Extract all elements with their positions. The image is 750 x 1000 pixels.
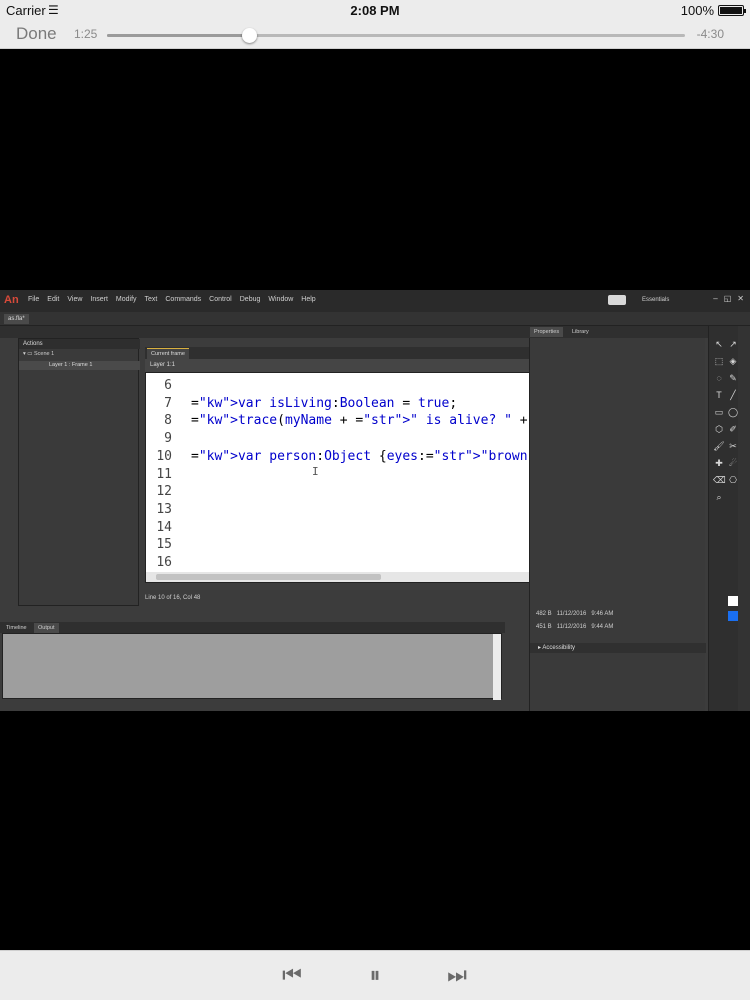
scrubber-thumb[interactable] <box>241 28 257 43</box>
restore-icon: ◱ <box>723 294 732 303</box>
previous-button[interactable]: ⏮ <box>272 959 312 991</box>
lasso-icon: ◌ <box>716 373 722 383</box>
text-cursor-icon: I <box>312 465 319 478</box>
animate-logo: An <box>4 294 19 306</box>
menu-item-file: File <box>28 296 40 303</box>
video-frame[interactable]: An File Edit View Insert Modify Text Commands C… <box>0 290 750 711</box>
clock: 2:08 PM <box>350 3 400 18</box>
code-text: ="kw">var isLiving:Boolean = true; <box>191 395 458 411</box>
stroke-color-swatch <box>728 596 738 606</box>
scrubber[interactable] <box>107 28 685 43</box>
workspace-toggle-icon <box>608 295 626 305</box>
output-scrollbar <box>493 634 501 700</box>
menu-item-edit: Edit <box>47 296 60 303</box>
editor-path: Layer 1:1 <box>150 362 176 368</box>
text-tool-icon: T <box>716 390 722 400</box>
brush-tool-icon: 🖌 <box>713 441 725 451</box>
tab-output: Output <box>34 623 59 633</box>
menu-item-text: Text <box>144 296 158 303</box>
library-row: 482 B 11/12/2016 9:46 AM <box>536 611 614 617</box>
free-transform-icon: ⬚ <box>714 356 724 366</box>
bottom-tab-bar: Timeline Output <box>0 622 505 633</box>
tree-scene-item: ▾ ▭ Scene 1 <box>23 351 55 357</box>
menu-item-help: Help <box>301 296 316 303</box>
done-button[interactable]: Done <box>16 24 57 44</box>
menu-item-control: Control <box>209 296 232 303</box>
selection-tool-icon: ↖ <box>715 339 723 349</box>
line-number: 9 <box>164 431 172 447</box>
paint-bucket-icon: ✚ <box>715 458 723 468</box>
video-player-screen: Carrier ☰ 2:08 PM 100% Done 1:25 -4:30 A… <box>0 0 750 1000</box>
menu-item-commands: Commands <box>165 296 202 303</box>
output-panel <box>2 633 502 700</box>
line-number: 16 <box>156 555 172 570</box>
scrubber-progress <box>107 34 249 37</box>
battery-percent: 100% <box>680 3 714 18</box>
menu-item-view: View <box>67 296 83 303</box>
line-number: 11 <box>156 466 172 482</box>
remaining-time: -4:30 <box>696 27 724 41</box>
line-number: 6 <box>164 378 172 393</box>
line-number: 13 <box>156 501 172 517</box>
menu-item-debug: Debug <box>239 296 261 303</box>
actions-panel: Actions ▾ ▭ Scene 1 Layer 1 : Frame 1 <box>18 338 140 606</box>
tab-library: Library <box>572 329 589 335</box>
panel-tab-bar: Properties Library <box>0 326 750 338</box>
line-number: 14 <box>156 519 172 535</box>
minimize-icon: – <box>713 294 718 303</box>
properties-panel: 482 B 11/12/2016 9:46 AM 451 B 11/12/201… <box>529 338 706 711</box>
document-tab-bar: as.fla* <box>0 312 750 326</box>
tab-properties: Properties <box>530 327 564 337</box>
toolbox: ↖ ↗ ⬚ ◈ ◌ ✎ T ╱ ▭ ◯ ⬡ ✐ 🖌 ✂ ✚ ☄ ⌫ ⎔ ⌕ <box>708 326 738 711</box>
eraser-icon: ⌫ <box>713 475 726 485</box>
panel-edge <box>738 326 750 711</box>
menu-list: File Edit View Insert Modify Text Commands Cont… <box>28 296 316 303</box>
zoom-tool-icon: ⌕ <box>716 492 722 502</box>
animate-menu-bar: An File Edit View Insert Modify Text Commands C… <box>0 290 750 312</box>
line-number: 10 <box>156 448 172 464</box>
pause-button[interactable]: ⏸ <box>355 959 395 991</box>
fill-color-swatch <box>728 611 738 621</box>
menu-item-insert: Insert <box>90 296 108 303</box>
battery-icon <box>718 5 746 16</box>
line-number: 15 <box>156 537 172 553</box>
line-number: 8 <box>164 413 172 429</box>
editor-status: Line 10 of 16, Col 48 <box>145 595 201 601</box>
player-top-bar: Done 1:25 -4:30 <box>0 20 750 49</box>
status-bar: Carrier ☰ 2:08 PM 100% <box>0 0 750 20</box>
actions-title: Actions <box>19 339 140 349</box>
transport-bar: ⏮ ⏸ ⏭ <box>0 950 750 1000</box>
tree-layer-item: Layer 1 : Frame 1 <box>19 361 140 370</box>
workspace-label: Essentials <box>642 297 670 303</box>
line-number: 12 <box>156 484 172 500</box>
polystar-icon: ⬡ <box>715 424 723 434</box>
next-button[interactable]: ⏭ <box>437 959 477 991</box>
accessibility-section: ▸ Accessibility <box>530 643 706 653</box>
menu-item-window: Window <box>268 296 294 303</box>
document-tab: as.fla* <box>4 314 29 324</box>
elapsed-time: 1:25 <box>74 27 98 41</box>
menu-item-modify: Modify <box>115 296 137 303</box>
close-icon: ✕ <box>737 294 744 303</box>
window-buttons: – ◱ ✕ <box>713 294 744 303</box>
tab-timeline: Timeline <box>6 625 27 631</box>
tab-current-frame: Current frame <box>147 348 189 359</box>
rectangle-tool-icon: ▭ <box>714 407 724 417</box>
library-row: 451 B 11/12/2016 9:44 AM <box>536 624 614 630</box>
line-number: 7 <box>164 395 172 411</box>
